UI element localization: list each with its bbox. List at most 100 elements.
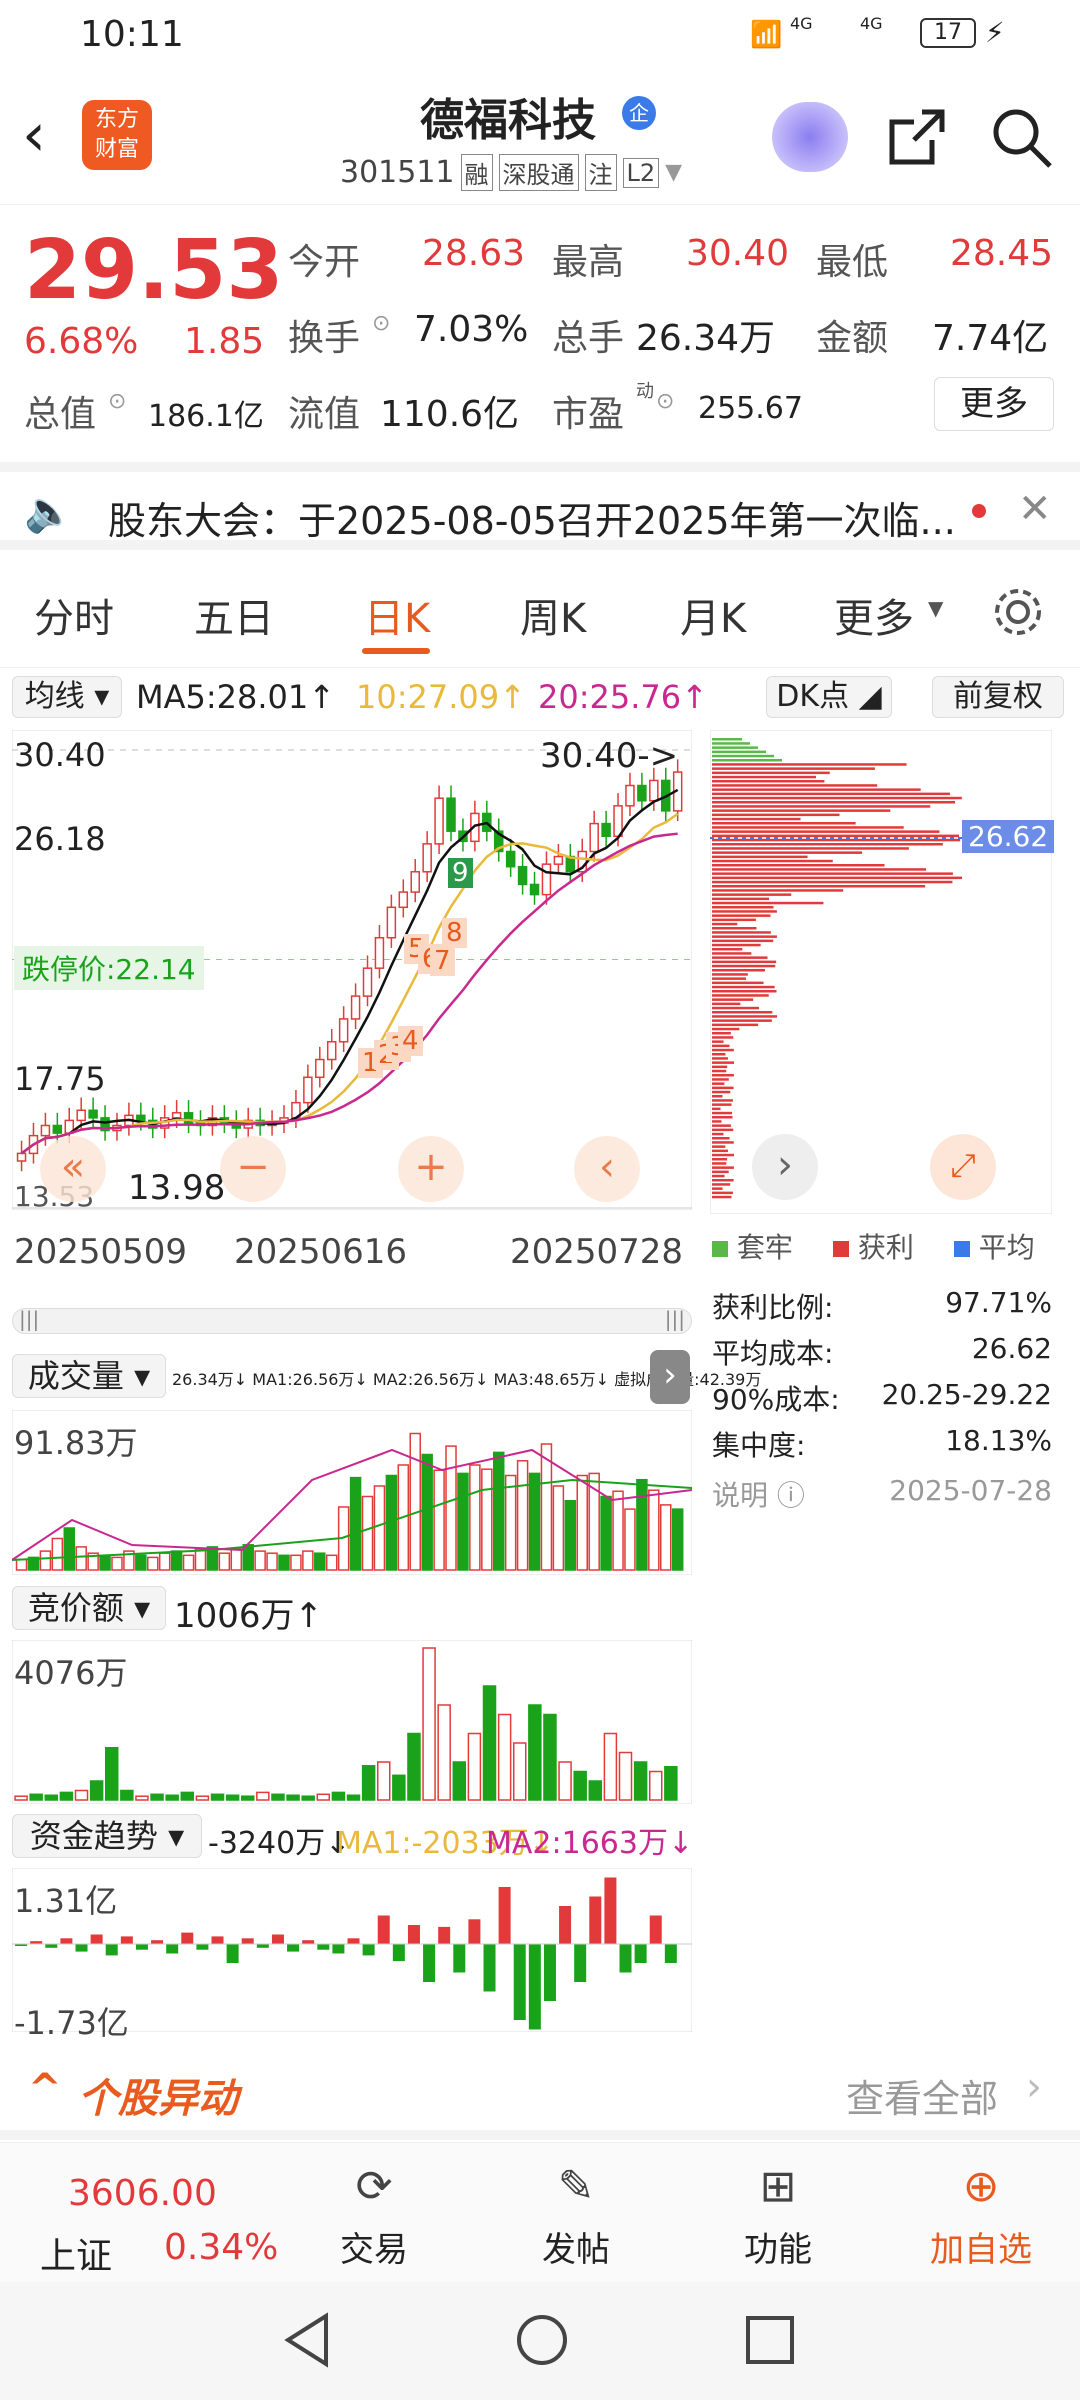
auction-selector[interactable]: 竞价额 ▾ bbox=[12, 1586, 166, 1630]
more-button[interactable]: 更多 bbox=[934, 377, 1054, 431]
fund-bar bbox=[105, 1944, 118, 1956]
volume-bar bbox=[278, 1554, 290, 1571]
zoom-out-button[interactable]: − bbox=[220, 1136, 286, 1202]
prev-button[interactable]: ‹ bbox=[574, 1136, 640, 1202]
mcap-label: 总值 bbox=[24, 394, 97, 435]
pe-value: 255.67 bbox=[698, 391, 803, 426]
chip-bar bbox=[712, 964, 776, 968]
chip-bar bbox=[712, 1128, 734, 1132]
auction-bar bbox=[210, 1793, 225, 1801]
notice-bar[interactable]: 🔈 股东大会：于2025-08-05召开2025年第一次临... ✕ bbox=[0, 462, 1080, 550]
close-icon[interactable]: ✕ bbox=[1018, 486, 1052, 532]
chip-bar bbox=[712, 1191, 733, 1195]
volume-bar bbox=[373, 1485, 386, 1571]
auction-bar bbox=[618, 1751, 633, 1801]
candle-body bbox=[517, 865, 528, 886]
tab-more[interactable]: 更多 bbox=[834, 586, 914, 644]
candle-body bbox=[410, 871, 420, 893]
chip-bar bbox=[712, 1124, 731, 1127]
volume-bar bbox=[230, 1548, 243, 1571]
home-circle-icon[interactable] bbox=[514, 2312, 570, 2368]
range-slider[interactable]: ||| ||| bbox=[12, 1307, 692, 1334]
chevron-down-icon[interactable]: ▼ bbox=[665, 160, 682, 185]
volume-bar bbox=[409, 1432, 421, 1571]
fund-selector[interactable]: 资金趋势 ▾ bbox=[12, 1814, 202, 1858]
nav-post[interactable]: ✎ 发帖 bbox=[526, 2161, 626, 2271]
chip-bar bbox=[712, 868, 927, 871]
tab-five-day[interactable]: 五日 bbox=[194, 586, 274, 644]
info-icon[interactable]: ⊙ bbox=[108, 389, 126, 414]
chip-bar bbox=[712, 885, 926, 888]
tab-daily-k[interactable]: 日K bbox=[364, 586, 430, 644]
search-icon[interactable] bbox=[990, 106, 1054, 170]
movement-title: 个股异动 bbox=[78, 2076, 238, 2122]
fund-bar bbox=[90, 1934, 103, 1944]
index-value[interactable]: 3606.00 bbox=[68, 2173, 217, 2214]
volume-bar bbox=[600, 1495, 612, 1571]
amount-value: 7.74亿 bbox=[932, 318, 1049, 359]
tab-intraday[interactable]: 分时 bbox=[34, 586, 114, 644]
nav-trade[interactable]: ⟳ 交易 bbox=[324, 2161, 424, 2271]
fund-bar bbox=[287, 1944, 300, 1952]
view-all-link[interactable]: 查看全部 bbox=[846, 2068, 998, 2123]
fund-bar bbox=[347, 1938, 360, 1944]
share-icon[interactable] bbox=[886, 106, 948, 168]
candle-body bbox=[422, 843, 432, 873]
expand-icon[interactable]: ⤢ bbox=[930, 1134, 996, 1200]
nav-functions[interactable]: ⊞ 功能 bbox=[728, 2161, 828, 2271]
chip-bar bbox=[712, 822, 856, 825]
chip-bar bbox=[712, 1040, 724, 1043]
info-icon[interactable]: ⊙ bbox=[656, 389, 674, 414]
recents-square-icon[interactable] bbox=[744, 2314, 796, 2366]
high-value: 30.40 bbox=[686, 233, 790, 274]
ma5-label: MA5:28.01↑ bbox=[136, 678, 336, 716]
fund-min: -1.73亿 bbox=[14, 2004, 129, 2042]
next-button[interactable]: › bbox=[752, 1134, 818, 1200]
kchart-toolbar: 均线 ▾ MA5:28.01↑ 10:27.09↑ 20:25.76↑ bbox=[12, 672, 708, 722]
chip-bar bbox=[712, 1103, 732, 1106]
info-icon: ⓘ bbox=[776, 1479, 805, 1512]
auction-bar bbox=[392, 1774, 406, 1801]
adjust-button[interactable]: 前复权 bbox=[932, 676, 1064, 718]
volume-selector[interactable]: 成交量 ▾ bbox=[12, 1354, 166, 1398]
auction-bar bbox=[467, 1732, 482, 1801]
chip-bar bbox=[712, 780, 825, 783]
fund-bar bbox=[528, 1944, 541, 2030]
auction-bar bbox=[14, 1795, 28, 1801]
gear-icon[interactable] bbox=[990, 584, 1046, 640]
fund-bar bbox=[302, 1940, 315, 1944]
ma20-label: 20:25.76↑ bbox=[538, 678, 708, 716]
zoom-in-button[interactable]: + bbox=[398, 1136, 464, 1202]
back-triangle-icon[interactable] bbox=[282, 2312, 332, 2368]
chip-distribution-chart[interactable] bbox=[710, 730, 1052, 1214]
fund-bar bbox=[634, 1944, 647, 1963]
assistant-robot-icon[interactable] bbox=[772, 102, 848, 172]
back-icon[interactable]: ‹ bbox=[22, 100, 46, 170]
chip-bar bbox=[712, 838, 961, 842]
chip-note-row[interactable]: 说明 ⓘ 2025-07-28 bbox=[712, 1474, 1052, 1520]
slider-handle-right[interactable]: ||| bbox=[665, 1307, 685, 1331]
chip-bar bbox=[712, 851, 863, 854]
index-change[interactable]: 0.34% bbox=[164, 2227, 278, 2268]
candle-body bbox=[76, 1109, 86, 1122]
slider-handle-left[interactable]: ||| bbox=[19, 1307, 39, 1331]
auction-bar bbox=[543, 1713, 557, 1801]
auction-bar bbox=[74, 1789, 89, 1801]
grid-icon: ⊞ bbox=[759, 2161, 797, 2212]
index-name[interactable]: 上证 bbox=[40, 2227, 112, 2279]
volume-bar bbox=[492, 1451, 505, 1571]
chip-bar bbox=[712, 990, 777, 993]
tag-registered: 注 bbox=[584, 154, 617, 191]
movement-section[interactable]: ^ 个股异动 查看全部 › bbox=[0, 2050, 1080, 2140]
info-icon[interactable]: ⊙ bbox=[372, 311, 390, 336]
rewind-button[interactable]: « bbox=[40, 1136, 106, 1202]
tab-monthly-k[interactable]: 月K bbox=[680, 586, 746, 644]
fund-bar bbox=[559, 1906, 572, 1944]
ma-selector[interactable]: 均线 ▾ bbox=[12, 676, 122, 718]
tab-weekly-k[interactable]: 周K bbox=[520, 586, 586, 644]
ytick-0: 30.40 bbox=[14, 736, 106, 774]
dk-point-button[interactable]: DK点 ◢ bbox=[766, 676, 892, 718]
nav-add-watchlist[interactable]: ⊕ 加自选 bbox=[916, 2161, 1046, 2271]
expand-right-button[interactable]: › bbox=[650, 1350, 690, 1404]
chip-bar bbox=[712, 906, 774, 909]
